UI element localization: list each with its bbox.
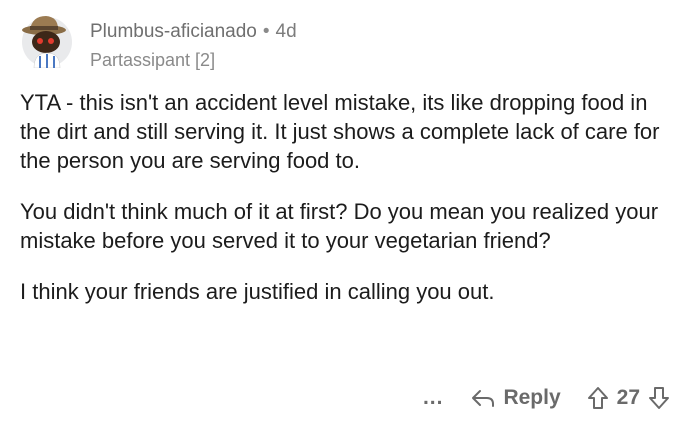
comment-actions: ... Reply 27 (423, 382, 670, 414)
user-avatar[interactable] (20, 12, 74, 69)
vote-count: 27 (616, 386, 640, 409)
reply-arrow-icon (472, 390, 495, 407)
comment-paragraph-1: YTA - this isn't an accident level mista… (20, 90, 660, 173)
comment-paragraph-2: You didn't think much of it at first? Do… (20, 199, 659, 253)
comment-meta: Plumbus-aficianado • 4d Partassipant [2] (90, 20, 297, 72)
comment-body: YTA - this isn't an accident level mista… (20, 88, 670, 328)
username-link[interactable]: Plumbus-aficianado (90, 21, 257, 42)
reply-label: Reply (503, 386, 561, 409)
snoo-avatar-icon (22, 16, 72, 69)
downvote-arrow-icon[interactable] (648, 386, 670, 410)
upvote-arrow-icon[interactable] (587, 386, 609, 410)
meta-line: Plumbus-aficianado • 4d (90, 20, 297, 44)
meta-separator: • (262, 21, 270, 42)
vote-controls: 27 (587, 386, 670, 410)
more-options-button[interactable]: ... (423, 387, 444, 408)
comment-header: Plumbus-aficianado • 4d Partassipant [2] (20, 12, 680, 72)
comment-age: 4d (275, 21, 297, 42)
comment-paragraph-3: I think your friends are justified in ca… (20, 279, 495, 304)
user-flair: Partassipant [2] (90, 50, 216, 70)
reply-button[interactable]: Reply (471, 386, 561, 410)
